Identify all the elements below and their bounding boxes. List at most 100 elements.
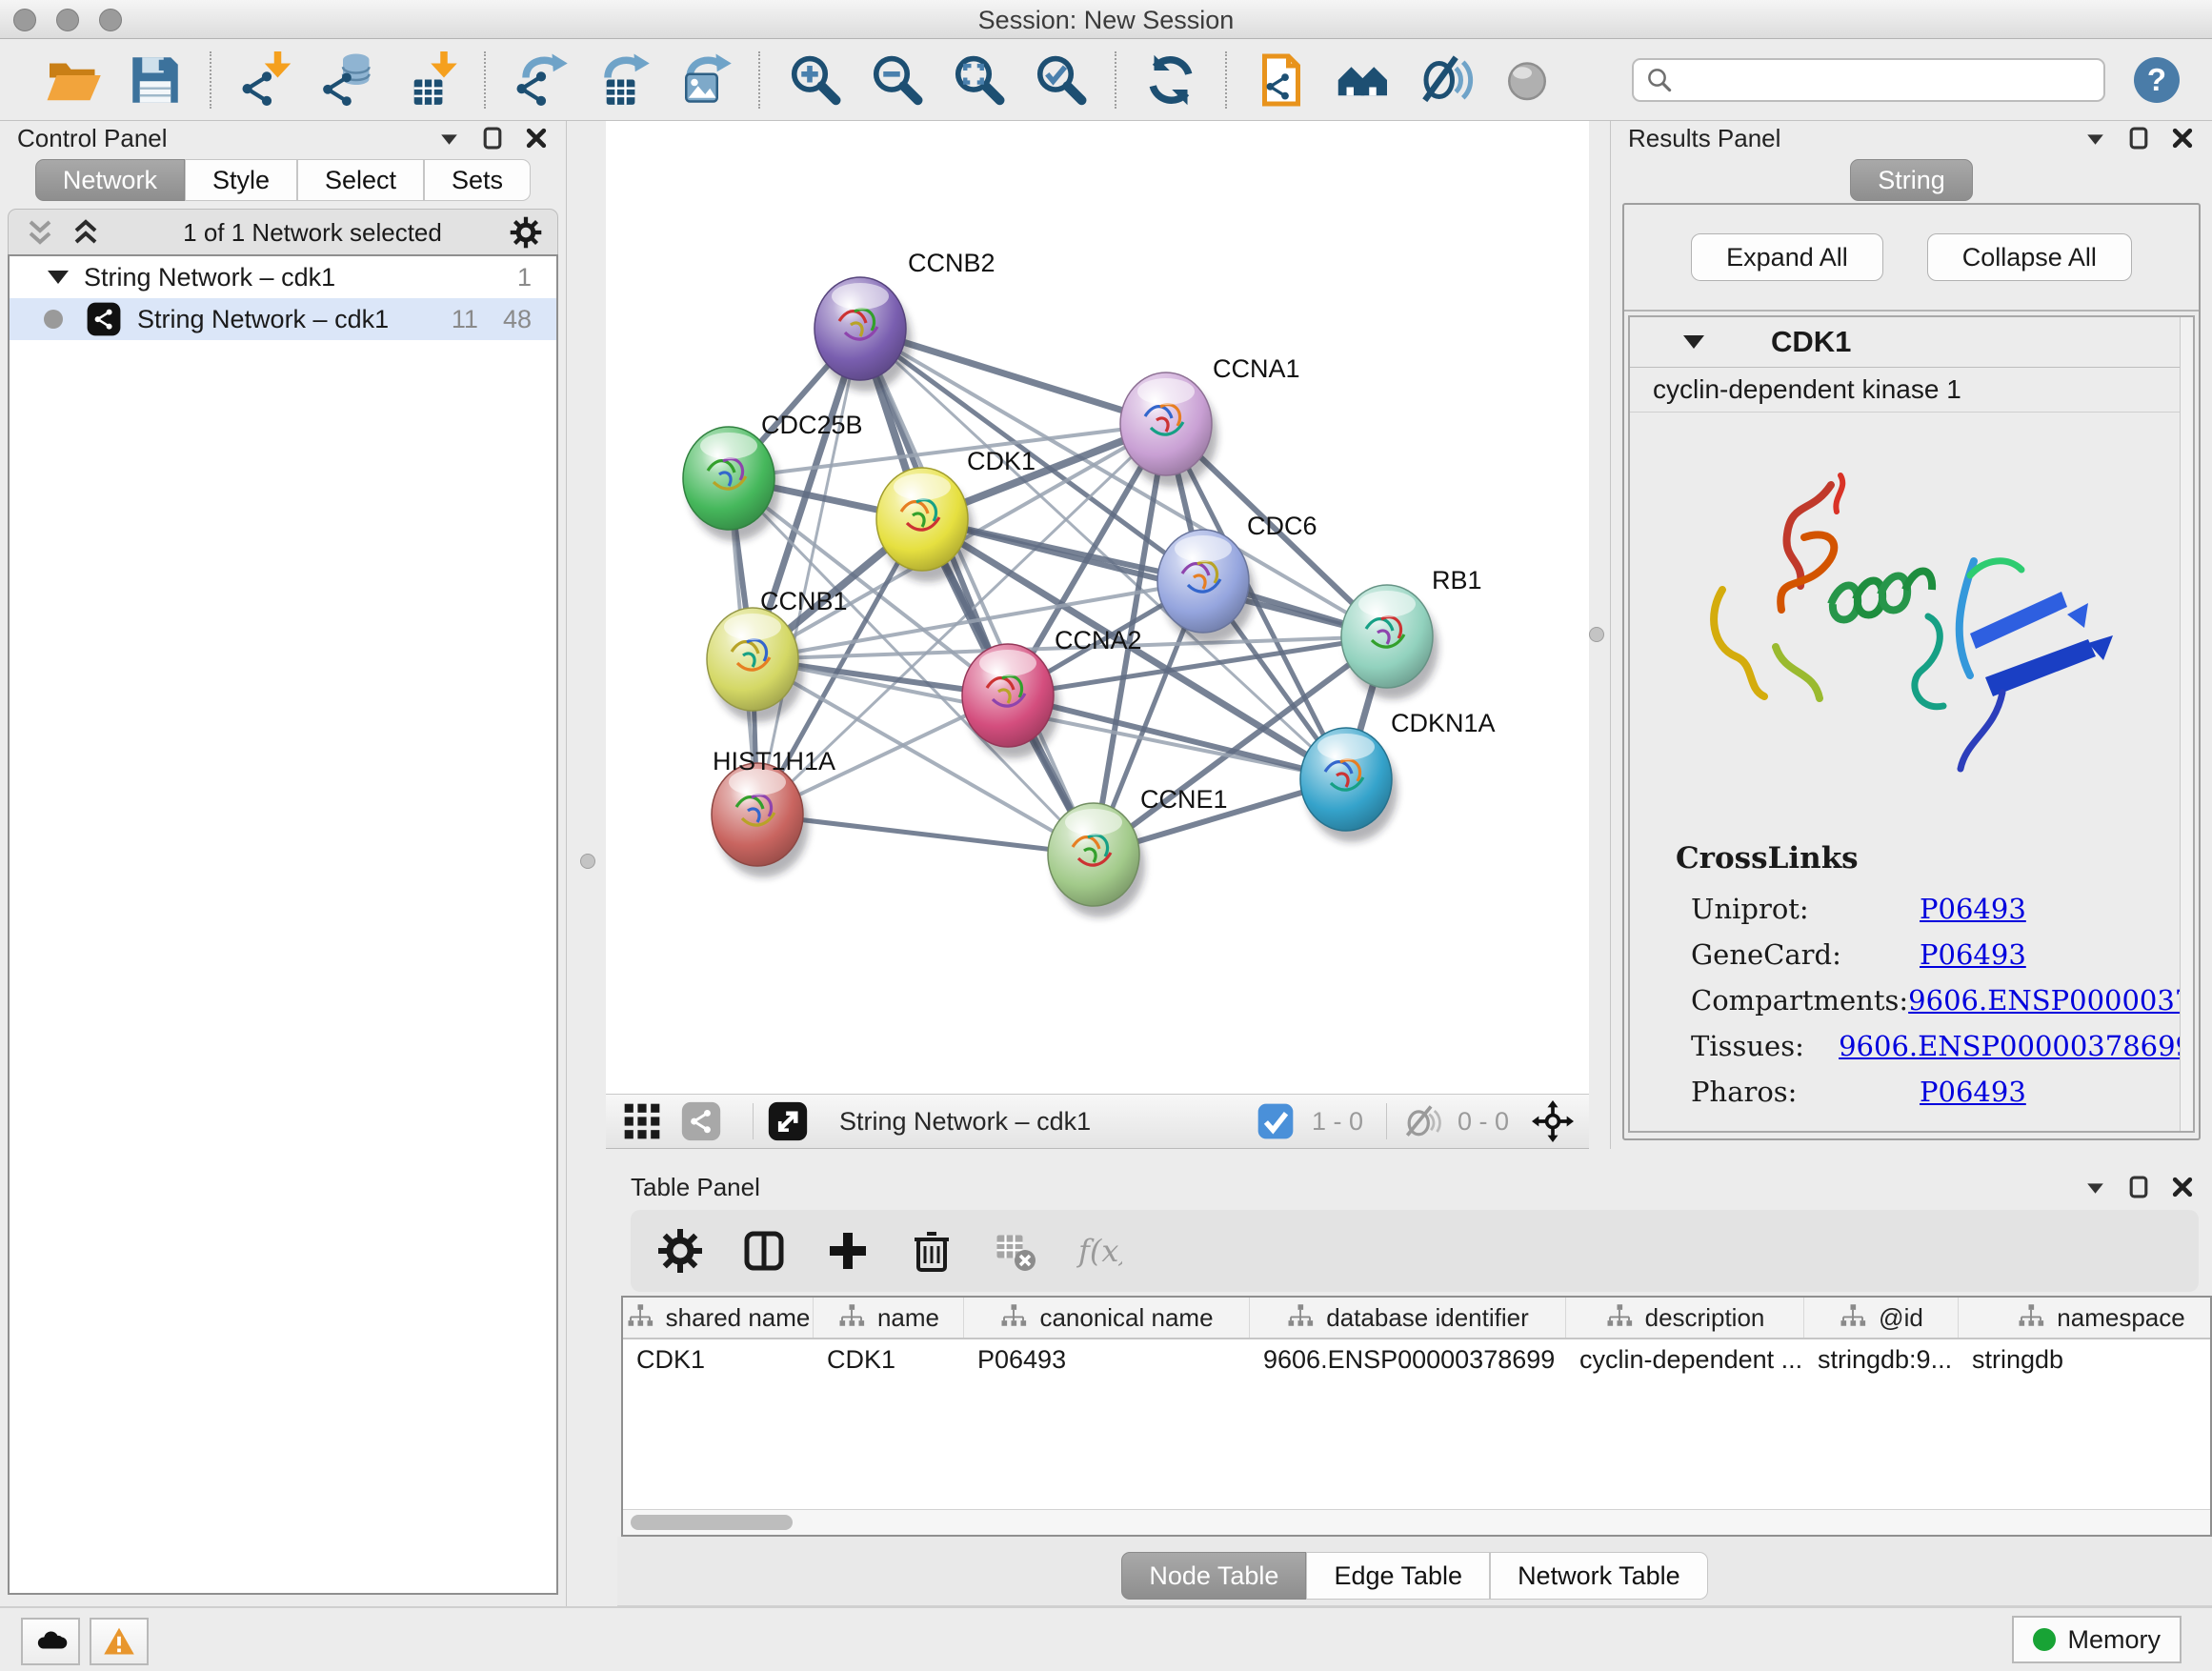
tab-string[interactable]: String: [1850, 159, 1973, 201]
scrollbar-thumb[interactable]: [631, 1515, 793, 1530]
float-panel-icon[interactable]: [2126, 1175, 2151, 1199]
export-network-icon[interactable]: [510, 50, 571, 111]
network-edge[interactable]: [860, 329, 1094, 855]
collapse-all-icon[interactable]: [24, 216, 56, 249]
import-database-icon[interactable]: [317, 50, 378, 111]
table-hscrollbar[interactable]: [623, 1509, 2210, 1535]
crosslink-link[interactable]: 9606.ENSP00000378699: [1839, 1030, 2193, 1062]
first-neighbors-icon[interactable]: [1333, 50, 1394, 111]
cloud-button[interactable]: [21, 1618, 80, 1665]
string-query-icon[interactable]: [1251, 50, 1312, 111]
crosslink-link[interactable]: 9606.ENSP00000378699: [1908, 984, 2195, 1017]
network-node[interactable]: HIST1H1A: [712, 747, 835, 877]
import-table-icon[interactable]: [399, 50, 460, 111]
tab-network[interactable]: Network: [35, 159, 185, 201]
tab-node-table[interactable]: Node Table: [1121, 1552, 1306, 1600]
column-header[interactable]: name: [814, 1298, 964, 1338]
network-node[interactable]: RB1: [1341, 566, 1482, 699]
warnings-button[interactable]: [90, 1618, 149, 1665]
table-cell[interactable]: cyclin-dependent ...: [1566, 1345, 1804, 1375]
tab-select[interactable]: Select: [297, 159, 424, 201]
selected-checkbox-icon[interactable]: [1255, 1100, 1297, 1142]
column-header[interactable]: namespace: [1959, 1298, 2212, 1338]
table-cell[interactable]: P06493: [964, 1345, 1250, 1375]
network-node[interactable]: CDK1: [876, 447, 1036, 582]
cloud-icon: [33, 1624, 68, 1659]
hidden-eye-icon[interactable]: [1400, 1100, 1442, 1142]
add-column-icon[interactable]: [825, 1228, 871, 1274]
collapse-all-button[interactable]: Collapse All: [1927, 233, 2132, 281]
export-image-icon[interactable]: [674, 50, 734, 111]
close-panel-icon[interactable]: [2170, 126, 2195, 151]
open-session-icon[interactable]: [43, 50, 104, 111]
import-network-icon[interactable]: [235, 50, 296, 111]
close-panel-icon[interactable]: [2170, 1175, 2195, 1199]
memory-status-icon: [2033, 1628, 2056, 1651]
share-network-icon[interactable]: [680, 1100, 722, 1142]
export-table-icon[interactable]: [592, 50, 653, 111]
float-panel-icon[interactable]: [480, 126, 505, 151]
zoom-out-icon[interactable]: [866, 50, 927, 111]
table-panel: Table Panel f(x) shared namenamecanonica…: [617, 1170, 2212, 1537]
tab-network-table[interactable]: Network Table: [1490, 1552, 1708, 1600]
column-header[interactable]: description: [1566, 1298, 1804, 1338]
bird-eye-icon[interactable]: [1497, 50, 1558, 111]
float-panel-icon[interactable]: [2126, 126, 2151, 151]
zoom-in-icon[interactable]: [784, 50, 845, 111]
zoom-fit-icon[interactable]: [948, 50, 1009, 111]
crosslink-link[interactable]: P06493: [1920, 893, 2026, 925]
expand-all-icon[interactable]: [70, 216, 102, 249]
table-cell[interactable]: CDK1: [623, 1345, 814, 1375]
column-header[interactable]: shared name: [623, 1298, 814, 1338]
grid-icon[interactable]: [621, 1100, 663, 1142]
right-splitter-handle[interactable]: [1589, 627, 1604, 642]
zoom-selected-icon[interactable]: [1030, 50, 1091, 111]
expander-icon[interactable]: [48, 271, 69, 284]
columns-icon[interactable]: [741, 1228, 787, 1274]
table-cell[interactable]: 9606.ENSP00000378699: [1250, 1345, 1566, 1375]
show-graphics-details-icon[interactable]: [1415, 50, 1476, 111]
network-canvas[interactable]: CCNB2CCNA1CDC25BCDK1CDC6RB1CCNB1CCNA2CDK…: [606, 121, 1589, 1094]
column-header[interactable]: database identifier: [1250, 1298, 1566, 1338]
gene-section-header[interactable]: CDK1: [1630, 317, 2193, 368]
delete-column-icon[interactable]: [909, 1228, 955, 1274]
column-header[interactable]: @id: [1804, 1298, 1959, 1338]
crosslink-link[interactable]: P06493: [1920, 938, 2026, 971]
table-cell[interactable]: stringdb:9...: [1804, 1345, 1959, 1375]
panel-menu-icon[interactable]: [2082, 1175, 2107, 1199]
search-input[interactable]: [1681, 64, 2092, 95]
network-node[interactable]: CDC25B: [683, 411, 863, 541]
network-collection-row[interactable]: String Network – cdk1 1: [10, 256, 556, 298]
crosslink-link[interactable]: P06493: [1920, 1076, 2026, 1108]
panel-menu-icon[interactable]: [436, 126, 461, 151]
table-cell[interactable]: CDK1: [814, 1345, 964, 1375]
left-splitter-handle[interactable]: [580, 854, 595, 869]
save-session-icon[interactable]: [125, 50, 186, 111]
network-row[interactable]: String Network – cdk1 11 48: [10, 298, 556, 340]
expand-all-button[interactable]: Expand All: [1691, 233, 1883, 281]
help-icon[interactable]: ?: [2134, 57, 2180, 103]
column-type-icon: [999, 1303, 1028, 1332]
column-header[interactable]: canonical name: [964, 1298, 1250, 1338]
memory-button[interactable]: Memory: [2012, 1616, 2182, 1663]
table-cell[interactable]: stringdb: [1959, 1345, 2212, 1375]
network-edge[interactable]: [757, 329, 860, 815]
horizontal-splitter[interactable]: [606, 1149, 2212, 1170]
tab-sets[interactable]: Sets: [424, 159, 531, 201]
gear-icon[interactable]: [657, 1228, 703, 1274]
gear-icon[interactable]: [510, 216, 542, 249]
close-panel-icon[interactable]: [524, 126, 549, 151]
open-in-window-icon[interactable]: [767, 1100, 809, 1142]
crosshair-icon[interactable]: [1532, 1100, 1574, 1142]
refresh-icon[interactable]: [1140, 50, 1201, 111]
tab-edge-table[interactable]: Edge Table: [1306, 1552, 1490, 1600]
network-node[interactable]: CCNE1: [1048, 785, 1228, 917]
network-node[interactable]: CDC6: [1157, 512, 1317, 644]
network-node[interactable]: CDKN1A: [1300, 709, 1496, 842]
results-scrollbar[interactable]: [2180, 317, 2193, 1131]
section-expander-icon[interactable]: [1683, 335, 1704, 349]
tab-style[interactable]: Style: [185, 159, 297, 201]
panel-menu-icon[interactable]: [2082, 126, 2107, 151]
search-box[interactable]: [1632, 58, 2105, 102]
table-row[interactable]: CDK1CDK1P064939606.ENSP00000378699cyclin…: [623, 1339, 2210, 1379]
